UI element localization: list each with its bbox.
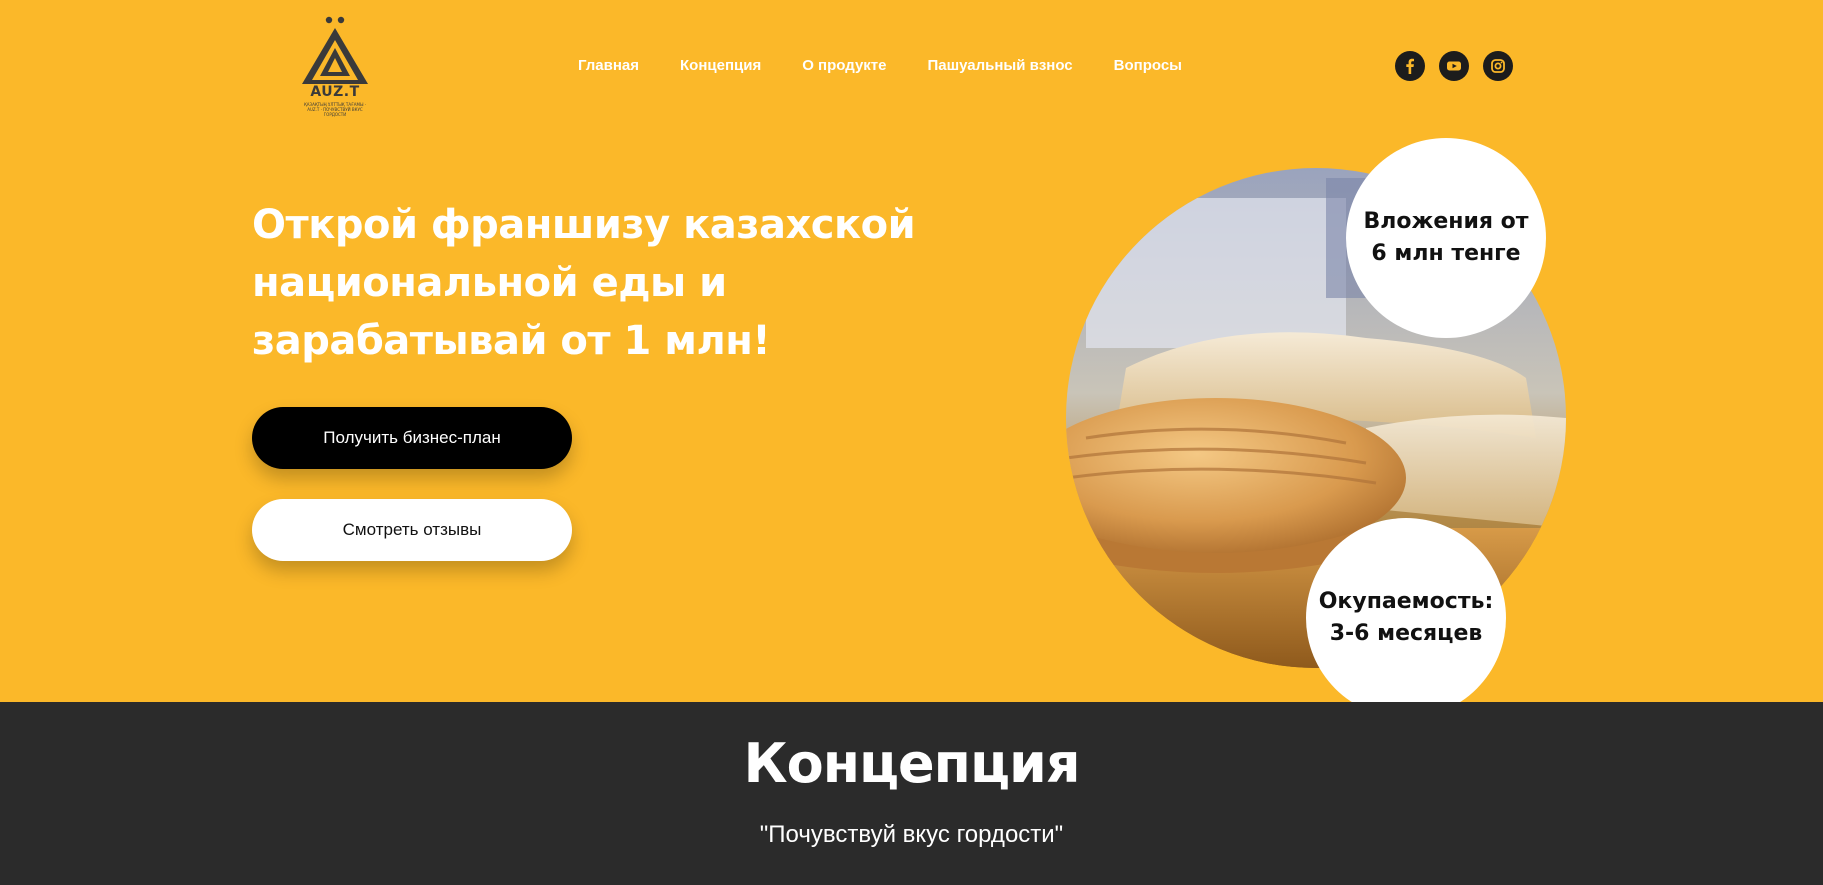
headline-line-2: национальной еды и (252, 260, 727, 306)
instagram-icon[interactable] (1483, 51, 1513, 81)
nav-item-concept[interactable]: Концепция (680, 57, 761, 74)
logo[interactable]: AUZ.T ҚАЗАҚТЫҢ ҰЛТТЫҚ ТАҒАМЫ · AUZ.T · П… (290, 14, 380, 118)
concept-section: Концепция "Почувствуй вкус гордости" (0, 702, 1823, 885)
nav-item-faq[interactable]: Вопросы (1114, 57, 1182, 74)
logo-tagline: ҚАЗАҚТЫҢ ҰЛТТЫҚ ТАҒАМЫ · AUZ.T · ПОЧУВСТ… (303, 102, 367, 117)
nav-item-product[interactable]: О продукте (802, 57, 886, 74)
social-links (1395, 51, 1513, 81)
headline-line-3: зарабатывай от 1 млн! (252, 318, 771, 364)
view-reviews-button[interactable]: Смотреть отзывы (252, 499, 572, 561)
facebook-icon[interactable] (1395, 51, 1425, 81)
nav-item-fee[interactable]: Пашуальный взнос (927, 57, 1072, 74)
concept-subtitle: "Почувствуй вкус гордости" (759, 821, 1064, 848)
logo-name: AUZ.T (310, 84, 360, 100)
youtube-icon[interactable] (1439, 51, 1469, 81)
nav-item-home[interactable]: Главная (578, 57, 639, 74)
headline-line-1: Открой франшизу казахской (252, 202, 916, 248)
concept-title: Концепция (743, 732, 1080, 795)
get-business-plan-button[interactable]: Получить бизнес-план (252, 407, 572, 469)
hero-headline: Открой франшизу казахской национальной е… (252, 196, 952, 370)
payback-badge: Окупаемость: 3-6 месяцев (1306, 518, 1506, 718)
investment-badge: Вложения от 6 млн тенге (1346, 138, 1546, 338)
main-nav: Главная Концепция О продукте Пашуальный … (578, 57, 1182, 74)
hero-section: AUZ.T ҚАЗАҚТЫҢ ҰЛТТЫҚ ТАҒАМЫ · AUZ.T · П… (0, 0, 1823, 718)
